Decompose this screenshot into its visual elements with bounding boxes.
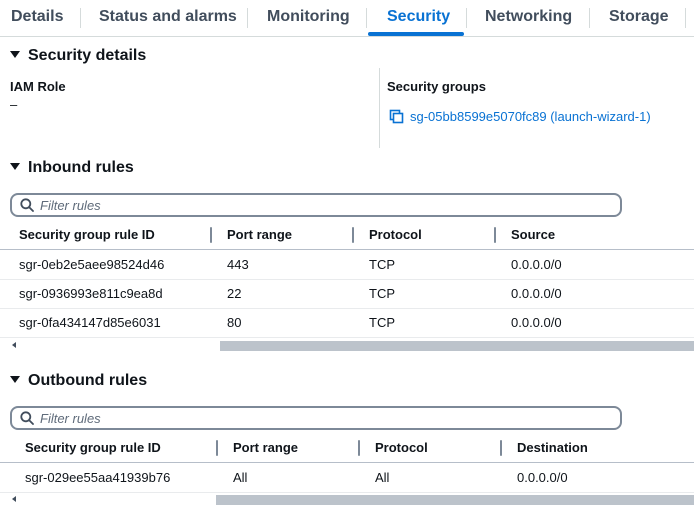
security-groups-label: Security groups [387,79,486,94]
iam-role-value: – [10,97,18,112]
tab-divider [247,8,248,28]
outbound-rules-header[interactable]: Outbound rules [10,372,147,390]
inbound-filter-input[interactable] [40,197,580,213]
source-cell: 0.0.0.0/0 [511,286,562,301]
copy-icon [389,109,404,124]
protocol-cell: TCP [369,286,395,301]
table-row: sgr-0eb2e5aee98524d46 443 TCP 0.0.0.0/0 [0,250,694,280]
table-row: sgr-0936993e811c9ea8d 22 TCP 0.0.0.0/0 [0,279,694,309]
port-range-cell: 22 [227,286,242,301]
iam-role-label: IAM Role [10,79,66,94]
source-cell: 0.0.0.0/0 [511,315,562,330]
tab-networking[interactable]: Networking [485,0,572,36]
port-range-cell: 80 [227,315,242,330]
column-header[interactable]: Protocol [369,221,422,249]
security-group-link[interactable]: sg-05bb8599e5070fc89 (launch-wizard-1) [389,109,651,124]
scrollbar-thumb[interactable] [220,341,694,351]
active-tab-indicator [368,32,464,36]
protocol-cell: TCP [369,315,395,330]
caret-down-icon [10,163,20,170]
outbound-filter[interactable] [10,406,622,430]
section-title: Inbound rules [28,159,134,176]
tab-bar: Details Status and alarms Monitoring Sec… [0,0,694,37]
security-details-header[interactable]: Security details [10,47,146,65]
destination-cell: 0.0.0.0/0 [517,470,568,485]
column-header[interactable]: Source [511,221,555,249]
section-title: Security details [28,47,147,64]
column-resizer[interactable] [358,440,360,456]
source-cell: 0.0.0.0/0 [511,257,562,272]
section-title: Outbound rules [28,372,148,389]
protocol-cell: All [375,470,390,485]
tab-monitoring[interactable]: Monitoring [267,0,350,36]
column-header[interactable]: Port range [227,221,292,249]
tab-details[interactable]: Details [11,0,63,36]
column-resizer[interactable] [500,440,502,456]
scrollbar-thumb[interactable] [216,495,694,505]
security-group-link-text[interactable]: sg-05bb8599e5070fc89 (launch-wizard-1) [410,109,651,124]
port-range-cell: 443 [227,257,249,272]
tab-divider [685,8,686,28]
rule-id-cell: sgr-029ee55aa41939b76 [25,470,171,485]
outbound-table-header: Security group rule ID Port range Protoc… [0,434,694,463]
search-icon [20,411,34,425]
outbound-horizontal-scrollbar[interactable] [0,495,694,505]
scroll-left-arrow-icon[interactable] [12,342,16,348]
column-header[interactable]: Protocol [375,434,428,462]
tab-status-and-alarms[interactable]: Status and alarms [99,0,237,36]
column-header[interactable]: Security group rule ID [25,434,161,462]
tab-divider [589,8,590,28]
tab-divider [466,8,467,28]
caret-down-icon [10,51,20,58]
inbound-rules-header[interactable]: Inbound rules [10,159,134,177]
column-header[interactable]: Security group rule ID [19,221,155,249]
search-icon [20,198,34,212]
tab-divider [366,8,367,28]
column-divider [379,68,380,148]
tab-security[interactable]: Security [387,0,450,36]
column-header[interactable]: Destination [517,434,588,462]
port-range-cell: All [233,470,248,485]
rule-id-cell: sgr-0fa434147d85e6031 [19,315,161,330]
scroll-left-arrow-icon[interactable] [12,496,16,502]
column-resizer[interactable] [494,227,496,243]
column-resizer[interactable] [210,227,212,243]
rule-id-cell: sgr-0eb2e5aee98524d46 [19,257,165,272]
tab-storage[interactable]: Storage [609,0,669,36]
caret-down-icon [10,376,20,383]
column-resizer[interactable] [352,227,354,243]
column-header[interactable]: Port range [233,434,298,462]
inbound-filter[interactable] [10,193,622,217]
inbound-horizontal-scrollbar[interactable] [0,341,694,351]
table-row: sgr-0fa434147d85e6031 80 TCP 0.0.0.0/0 [0,308,694,338]
rule-id-cell: sgr-0936993e811c9ea8d [19,286,163,301]
column-resizer[interactable] [216,440,218,456]
table-row: sgr-029ee55aa41939b76 All All 0.0.0.0/0 [0,463,694,493]
protocol-cell: TCP [369,257,395,272]
inbound-table-header: Security group rule ID Port range Protoc… [0,221,694,250]
tab-divider [80,8,81,28]
outbound-filter-input[interactable] [40,410,580,426]
